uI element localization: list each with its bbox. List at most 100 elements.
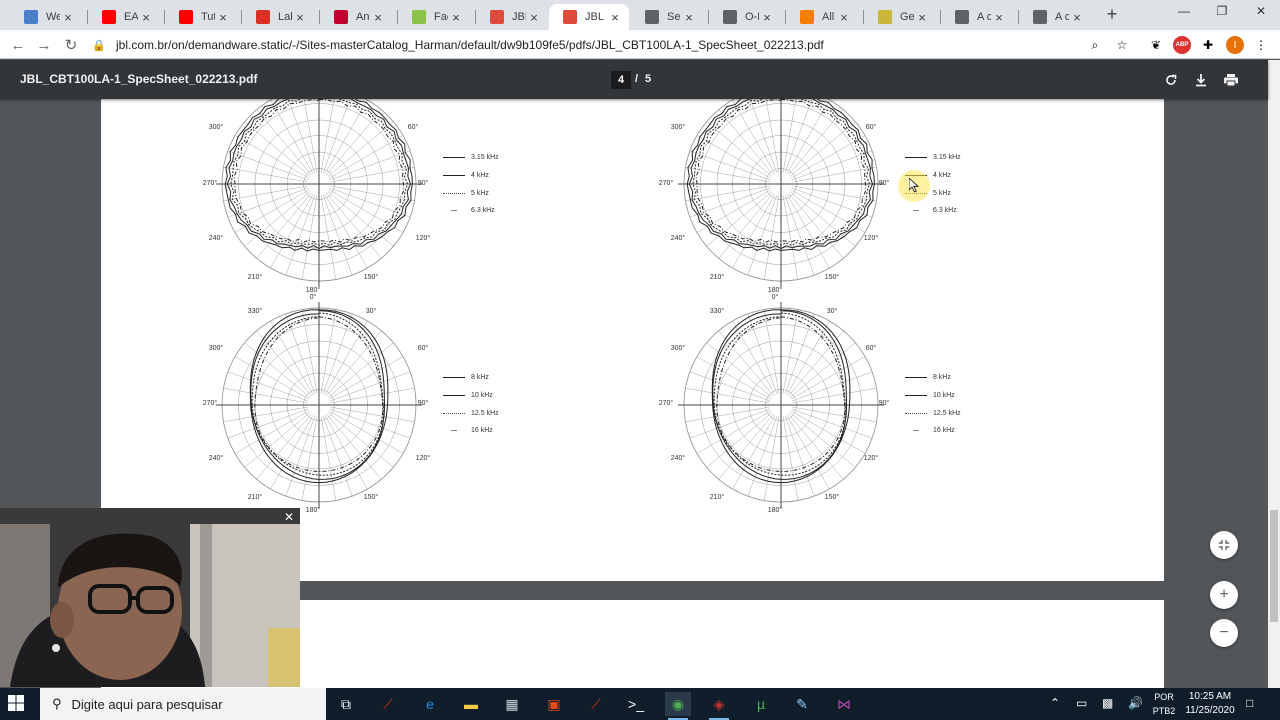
calculator-icon[interactable]: ▦ (499, 692, 525, 716)
zoom-icon[interactable]: ⌕ (1086, 36, 1104, 54)
tab-title: All Sp (822, 11, 836, 23)
tab-close-icon[interactable]: × (1069, 9, 1085, 25)
utorrent-icon[interactable]: µ (748, 692, 774, 716)
polar-grid-spoke (792, 406, 877, 423)
tab-separator (708, 10, 709, 24)
tab-title: Tutor (201, 11, 215, 23)
battery-icon[interactable]: ▭ (1076, 696, 1087, 710)
tab-close-icon[interactable]: × (607, 9, 623, 25)
visual-studio-icon[interactable]: ⋈ (831, 692, 857, 716)
rotate-icon[interactable] (1161, 70, 1181, 90)
notifications-icon[interactable]: □ (1246, 696, 1253, 710)
file-explorer-icon[interactable]: ▬ (458, 692, 484, 716)
browser-tab[interactable]: O-Lin× (709, 4, 781, 30)
polar-grid-spoke (706, 342, 773, 398)
zoom-in-button[interactable]: + (1210, 581, 1238, 609)
close-window-button[interactable]: ✕ (1249, 4, 1273, 24)
polar-grid-spoke (706, 191, 773, 247)
browser-tab[interactable]: All Sp× (786, 4, 858, 30)
pdf-viewer-toolbar: JBL_CBT100LA-1_SpecSheet_022213.pdf 4 / … (0, 60, 1268, 99)
acrobat-icon[interactable]: ⟋ (583, 692, 609, 716)
minimize-button[interactable]: — (1172, 4, 1196, 24)
browser-tab[interactable]: Facts× (398, 4, 470, 30)
taskbar-clock[interactable]: 10:25 AM 11/25/2020 (1180, 690, 1240, 718)
maximize-button[interactable]: ❐ (1210, 4, 1234, 24)
legend-entry: 16 kHz (905, 422, 961, 440)
profile-avatar-icon[interactable]: I (1226, 36, 1244, 54)
tab-close-icon[interactable]: × (292, 9, 308, 25)
browser-tab[interactable]: Lab N× (242, 4, 314, 30)
browser-tab[interactable]: A col× (1019, 4, 1091, 30)
scrollbar[interactable] (1268, 60, 1280, 688)
print-icon[interactable] (1221, 70, 1241, 90)
terminal-icon[interactable]: >_ (623, 692, 649, 716)
tab-close-icon[interactable]: × (991, 9, 1007, 25)
polar-angle-label: 270° (203, 179, 218, 187)
legend-entry: 12.5 kHz (443, 404, 499, 422)
pdf-icon (490, 10, 504, 24)
acrobat-icon[interactable]: ⟋ (375, 692, 401, 716)
legend-label: 12.5 kHz (471, 409, 499, 417)
polar-grid-spoke (689, 187, 771, 218)
browser-tab[interactable]: Angu× (320, 4, 392, 30)
polar-grid-spoke (326, 109, 382, 176)
polar-angle-label: 330° (710, 307, 725, 315)
input-language[interactable]: POR PTB2 (1152, 690, 1176, 718)
blogger-icon (800, 10, 814, 24)
browser-tab[interactable]: Tutor× (165, 4, 237, 30)
fit-page-button[interactable] (1210, 531, 1238, 559)
legend-entry: 16 kHz (443, 422, 499, 440)
notepad-icon[interactable]: ✎ (789, 692, 815, 716)
polar-grid-spoke (301, 416, 318, 501)
puzzle-icon[interactable]: ✚ (1199, 36, 1217, 54)
reload-button[interactable]: ↻ (60, 34, 82, 56)
tab-close-icon[interactable]: × (215, 9, 231, 25)
network-icon[interactable]: ▩ (1102, 696, 1113, 710)
close-icon[interactable]: ✕ (284, 510, 294, 524)
tab-close-icon[interactable]: × (759, 9, 775, 25)
tab-close-icon[interactable]: × (370, 9, 386, 25)
back-button[interactable]: ← (7, 34, 29, 56)
legend-line-swatch (443, 175, 465, 177)
volume-icon[interactable]: 🔊 (1128, 696, 1143, 710)
polar-plot (216, 302, 422, 508)
polar-grid-spoke (327, 342, 394, 398)
legend-line-swatch (443, 412, 465, 414)
tab-close-icon[interactable]: × (448, 9, 464, 25)
tray-chevron-icon[interactable]: ⌃ (1050, 696, 1060, 710)
browser-tab[interactable]: JBL C× (549, 4, 629, 30)
browser-tab[interactable]: Sem× (631, 4, 703, 30)
polar-angle-label: 30° (366, 307, 377, 315)
tab-close-icon[interactable]: × (60, 9, 76, 25)
extension-leaf-icon[interactable]: ❦ (1147, 36, 1165, 54)
polar-grid-spoke (285, 415, 316, 497)
new-tab-button[interactable]: + (1103, 5, 1121, 24)
sketchup-icon[interactable]: ◈ (706, 692, 732, 720)
browser-tab[interactable]: EASE× (88, 4, 160, 30)
forward-button[interactable]: → (33, 34, 55, 56)
address-bar[interactable]: 🔒 jbl.com.br/on/demandware.static/-/Site… (92, 33, 1142, 57)
page-number-input[interactable]: 4 (611, 71, 631, 89)
polar-grid-spoke (227, 408, 309, 439)
chrome-icon[interactable]: ◉ (665, 692, 691, 720)
task-view-icon[interactable]: ⧉ (333, 692, 359, 716)
scrollbar-thumb[interactable] (1270, 510, 1278, 622)
taskbar-search[interactable]: ⚲ Digite aqui para pesquisar (40, 688, 326, 720)
windows-start-icon[interactable] (8, 695, 24, 711)
download-icon[interactable] (1191, 70, 1211, 90)
tab-close-icon[interactable]: × (836, 9, 852, 25)
tab-close-icon[interactable]: × (914, 9, 930, 25)
tab-close-icon[interactable]: × (138, 9, 154, 25)
browser-tab[interactable]: JBL C× (476, 4, 548, 30)
tab-close-icon[interactable]: × (681, 9, 697, 25)
edge-icon[interactable]: e (417, 692, 443, 716)
browser-tab[interactable]: Welti× (10, 4, 82, 30)
star-icon[interactable]: ☆ (1113, 36, 1131, 54)
menu-dots-icon[interactable]: ⋮ (1252, 36, 1270, 54)
abp-icon[interactable]: ABP (1173, 36, 1191, 54)
browser-tab[interactable]: A col× (941, 4, 1013, 30)
browser-tab[interactable]: Gene× (864, 4, 936, 30)
tab-close-icon[interactable]: × (526, 9, 542, 25)
intellij-icon[interactable]: ▣ (541, 692, 567, 716)
zoom-out-button[interactable]: − (1210, 619, 1238, 647)
